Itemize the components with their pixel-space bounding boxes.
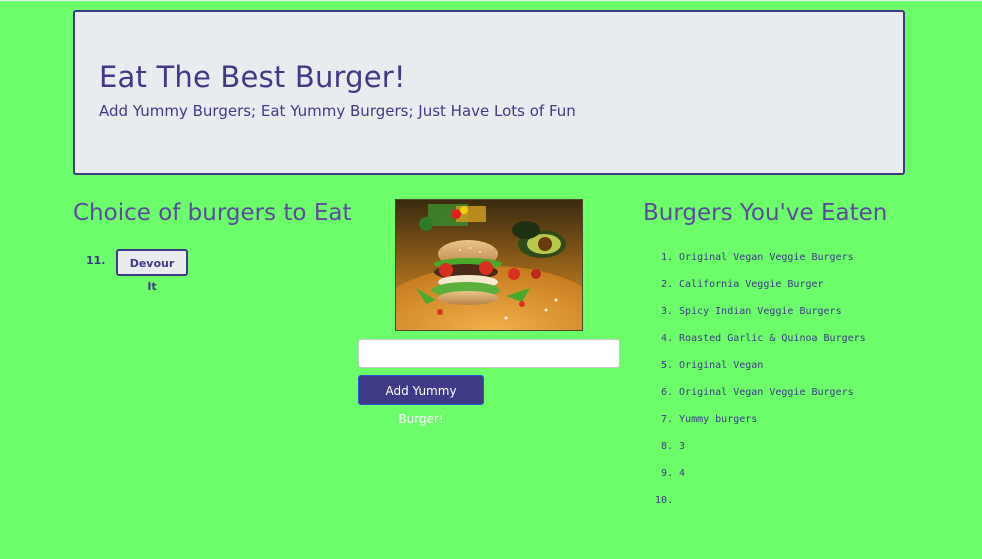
list-item: 5. Original Vegan xyxy=(643,360,866,387)
list-item: 1. Original Vegan Veggie Burgers xyxy=(643,252,866,279)
list-item-number: 10. xyxy=(654,495,673,506)
burger-name-input[interactable] xyxy=(358,339,620,368)
list-item: 8. 3 xyxy=(643,441,866,468)
list-item: 9. 4 xyxy=(643,468,866,495)
page-subtitle: Add Yummy Burgers; Eat Yummy Burgers; Ju… xyxy=(99,102,576,120)
list-item: 6. Original Vegan Veggie Burgers xyxy=(643,387,866,414)
list-item: 7. Yummy burgers xyxy=(643,414,866,441)
list-item-label: 3 xyxy=(679,441,686,452)
devour-button[interactable]: Devour It xyxy=(116,249,188,293)
list-item-label: Yummy burgers xyxy=(679,414,758,425)
list-item-number: 3. xyxy=(660,306,673,317)
list-item-label: Original Vegan Veggie Burgers xyxy=(679,387,854,398)
burgers-to-eat-heading: Choice of burgers to Eat xyxy=(73,200,352,226)
list-item-number: 7. xyxy=(660,414,673,425)
page-title: Eat The Best Burger! xyxy=(99,60,406,94)
list-item: 2. California Veggie Burger xyxy=(643,279,866,306)
list-item-number: 8. xyxy=(660,441,673,452)
list-item-label: 4 xyxy=(679,468,686,479)
header-banner: Eat The Best Burger! Add Yummy Burgers; … xyxy=(73,10,905,175)
list-item-label: Spicy Indian Veggie Burgers xyxy=(679,306,842,317)
eaten-burgers-list: 1. Original Vegan Veggie Burgers 2. Cali… xyxy=(643,252,866,522)
list-item-number: 2. xyxy=(660,279,673,290)
list-item-label: Roasted Garlic & Quinoa Burgers xyxy=(679,333,866,344)
list-item-label: California Veggie Burger xyxy=(679,279,824,290)
list-item-label: Original Vegan xyxy=(679,360,764,371)
burgers-eaten-heading: Burgers You've Eaten xyxy=(643,200,888,226)
list-item-number: 9. xyxy=(660,468,673,479)
list-item-number: 11. xyxy=(86,254,106,267)
list-item: 10. xyxy=(643,495,866,522)
list-item: 3. Spicy Indian Veggie Burgers xyxy=(643,306,866,333)
list-item-number: 4. xyxy=(660,333,673,344)
list-item: 4. Roasted Garlic & Quinoa Burgers xyxy=(643,333,866,360)
top-border xyxy=(0,0,982,1)
burger-photo xyxy=(395,199,583,331)
list-item-number: 1. xyxy=(660,252,673,263)
list-item-label: Original Vegan Veggie Burgers xyxy=(679,252,854,263)
list-item-number: 6. xyxy=(660,387,673,398)
add-burger-button[interactable]: Add Yummy Burger! xyxy=(358,375,484,426)
list-item-number: 5. xyxy=(660,360,673,371)
